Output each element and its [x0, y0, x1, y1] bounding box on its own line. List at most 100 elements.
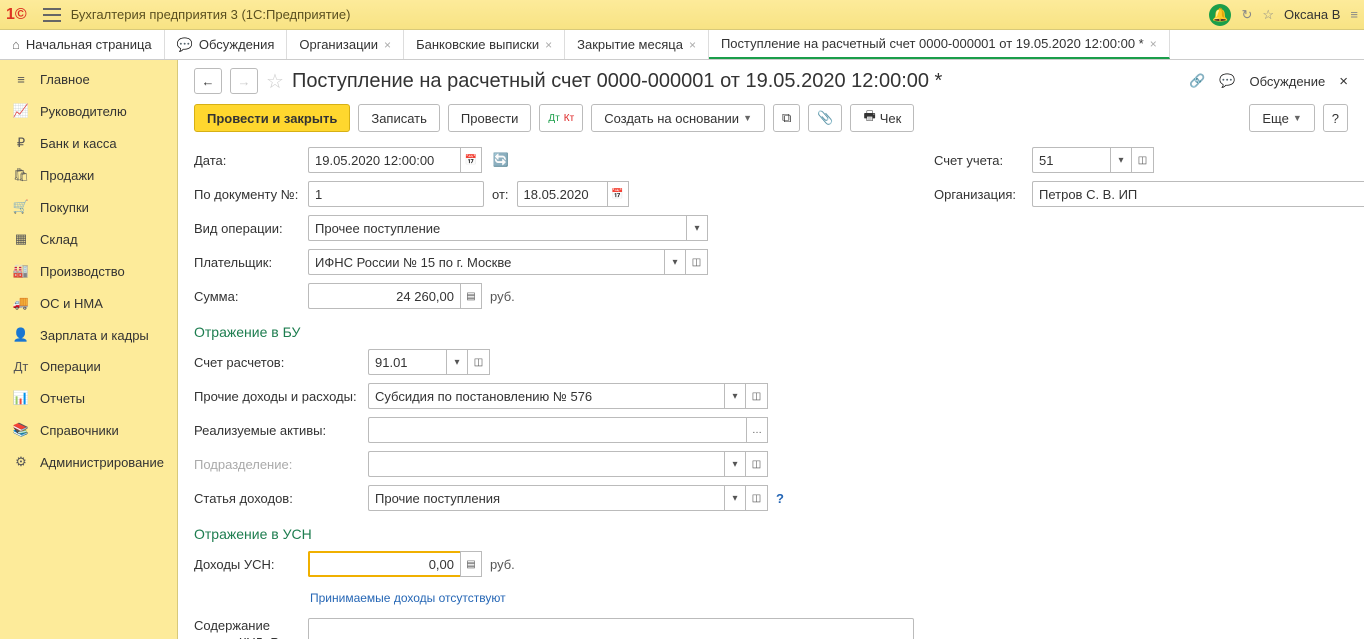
sidebar-item[interactable]: ▦Склад — [0, 223, 177, 255]
org-input[interactable] — [1032, 181, 1364, 207]
tab-home[interactable]: ⌂ Начальная страница — [0, 30, 165, 59]
acct-calc-input[interactable] — [368, 349, 446, 375]
tab-discuss[interactable]: 💬 Обсуждения — [165, 30, 288, 59]
home-icon: ⌂ — [12, 37, 20, 52]
section-usn: Отражение в УСН — [194, 526, 914, 542]
settings-icon[interactable]: ≡ — [1350, 7, 1358, 22]
ellipsis-icon[interactable]: … — [746, 417, 768, 443]
chevron-down-icon[interactable]: ▾ — [724, 383, 746, 409]
tab-item[interactable]: Банковские выписки× — [404, 30, 565, 59]
help-icon[interactable]: ? — [776, 491, 784, 506]
sidebar-item[interactable]: 👤Зарплата и кадры — [0, 319, 177, 351]
open-icon[interactable]: ◫ — [468, 349, 490, 375]
chevron-down-icon[interactable]: ▾ — [724, 485, 746, 511]
nav-back-button[interactable]: ← — [194, 68, 222, 94]
sidebar-item[interactable]: ДтОперации — [0, 351, 177, 382]
section-bu: Отражение в БУ — [194, 324, 914, 340]
tab-label: Обсуждения — [199, 37, 275, 52]
save-button[interactable]: Записать — [358, 104, 440, 132]
division-input[interactable] — [368, 451, 724, 477]
chevron-down-icon[interactable]: ▾ — [724, 451, 746, 477]
user-name[interactable]: Оксана В — [1284, 7, 1340, 22]
tab-label: Закрытие месяца — [577, 37, 683, 52]
from-date-input[interactable] — [517, 181, 607, 207]
page-title: Поступление на расчетный счет 0000-00000… — [292, 70, 942, 93]
payer-label: Плательщик: — [194, 255, 300, 270]
sidebar-item[interactable]: ⚙Администрирование — [0, 446, 177, 478]
structure-button[interactable]: ⧉ — [773, 104, 800, 132]
more-button[interactable]: Еще▼ — [1249, 104, 1314, 132]
docno-input[interactable] — [308, 181, 484, 207]
assets-input[interactable] — [368, 417, 746, 443]
sidebar-item[interactable]: 🛒Покупки — [0, 191, 177, 223]
favorite-icon[interactable]: ☆ — [266, 69, 284, 94]
sidebar-item[interactable]: 📊Отчеты — [0, 382, 177, 414]
sidebar-label: Склад — [40, 232, 78, 247]
discuss-icon[interactable]: 💬 — [1219, 73, 1235, 89]
app-title: Бухгалтерия предприятия 3 (1С:Предприяти… — [71, 7, 351, 22]
close-icon[interactable]: × — [1339, 73, 1348, 90]
create-based-button[interactable]: Создать на основании▼ — [591, 104, 765, 132]
star-icon[interactable]: ☆ — [1262, 7, 1274, 23]
date-input[interactable] — [308, 147, 460, 173]
close-icon[interactable]: × — [545, 38, 552, 52]
check-button[interactable]: 🖶Чек — [850, 104, 914, 132]
menu-icon[interactable] — [43, 8, 61, 22]
chevron-down-icon[interactable]: ▾ — [686, 215, 708, 241]
sidebar-icon: ₽ — [12, 135, 30, 151]
usn-income-input[interactable] — [308, 551, 460, 577]
sidebar-item[interactable]: 🚚ОС и НМА — [0, 287, 177, 319]
usn-hint-link[interactable]: Принимаемые доходы отсутствуют — [310, 591, 506, 605]
sidebar-item[interactable]: 🏭Производство — [0, 255, 177, 287]
btn-label: Чек — [880, 111, 902, 126]
close-icon[interactable]: × — [384, 38, 391, 52]
sidebar-item[interactable]: 📚Справочники — [0, 414, 177, 446]
tab-item[interactable]: Организации× — [287, 30, 404, 59]
income-article-input[interactable] — [368, 485, 724, 511]
sidebar-icon: ⚙ — [12, 454, 30, 470]
link-icon[interactable]: 🔗 — [1189, 73, 1205, 89]
sidebar: ≡Главное📈Руководителю ₽ Банк и касса 🛍Прода… — [0, 60, 178, 639]
chevron-down-icon[interactable]: ▾ — [664, 249, 686, 275]
calculator-icon[interactable]: ▤ — [460, 551, 482, 577]
kudir-label: Содержание записи КУДиР: — [194, 618, 300, 639]
sidebar-item[interactable]: ₽ Банк и касса — [0, 127, 177, 159]
calculator-icon[interactable]: ▤ — [460, 283, 482, 309]
chevron-down-icon[interactable]: ▾ — [1110, 147, 1132, 173]
open-icon[interactable]: ◫ — [746, 451, 768, 477]
sum-input[interactable] — [308, 283, 460, 309]
bell-icon[interactable]: 🔔 — [1209, 4, 1231, 26]
dtkt-button[interactable]: ДтКт — [539, 104, 583, 132]
close-icon[interactable]: × — [1150, 37, 1157, 51]
sidebar-label: Банк и касса — [40, 136, 117, 151]
payer-input[interactable] — [308, 249, 664, 275]
kudir-input[interactable] — [308, 618, 914, 639]
close-icon[interactable]: × — [689, 38, 696, 52]
nav-forward-button[interactable]: → — [230, 68, 258, 94]
open-icon[interactable]: ◫ — [746, 485, 768, 511]
calendar-icon[interactable]: 📅 — [607, 181, 629, 207]
post-close-button[interactable]: Провести и закрыть — [194, 104, 350, 132]
attach-button[interactable]: 📎 — [808, 104, 842, 132]
sidebar-icon: ≡ — [12, 72, 30, 87]
calendar-icon[interactable]: 📅 — [460, 147, 482, 173]
sidebar-item[interactable]: 📈Руководителю — [0, 95, 177, 127]
discuss-label[interactable]: Обсуждение — [1249, 74, 1325, 89]
help-button[interactable]: ? — [1323, 104, 1348, 132]
sidebar-icon: Дт — [12, 359, 30, 374]
chevron-down-icon[interactable]: ▾ — [446, 349, 468, 375]
open-icon[interactable]: ◫ — [746, 383, 768, 409]
history-icon[interactable]: ↻ — [1241, 7, 1252, 23]
other-income-input[interactable] — [368, 383, 724, 409]
tab-active[interactable]: Поступление на расчетный счет 0000-00000… — [709, 30, 1170, 59]
sidebar-item[interactable]: 🛍Продажи — [0, 159, 177, 191]
optype-input[interactable] — [308, 215, 686, 241]
open-icon[interactable]: ◫ — [1132, 147, 1154, 173]
post-button[interactable]: Провести — [448, 104, 532, 132]
refresh-icon[interactable]: 🔄 — [490, 149, 512, 171]
other-income-label: Прочие доходы и расходы: — [194, 389, 360, 404]
tab-item[interactable]: Закрытие месяца × — [565, 30, 709, 59]
sidebar-item[interactable]: ≡Главное — [0, 64, 177, 95]
open-icon[interactable]: ◫ — [686, 249, 708, 275]
account-input[interactable] — [1032, 147, 1110, 173]
